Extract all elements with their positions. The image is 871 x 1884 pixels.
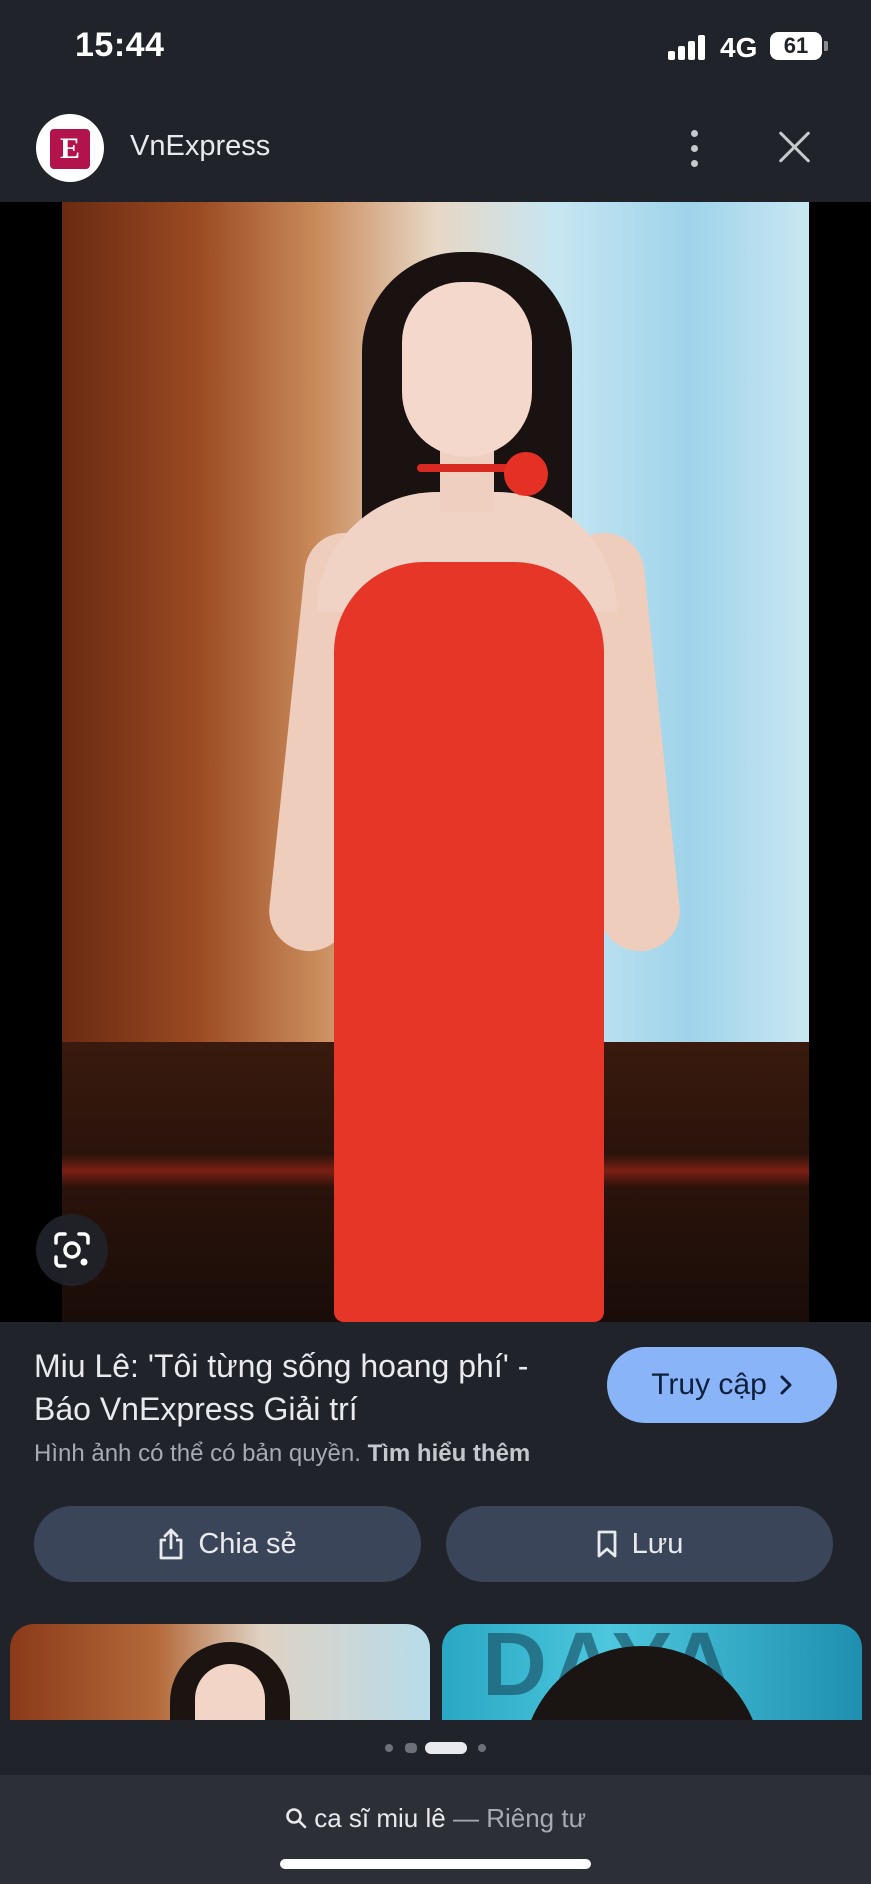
visit-label: Truy cập — [651, 1368, 767, 1401]
page-dot — [478, 1744, 486, 1752]
related-thumb[interactable] — [10, 1624, 430, 1720]
privacy-mode: Riêng tư — [486, 1803, 586, 1833]
bottom-search-bar: ca sĩ miu lê — Riêng tư — [0, 1775, 871, 1884]
site-name[interactable]: VnExpress — [130, 130, 270, 163]
more-vert-icon[interactable] — [686, 126, 702, 170]
chevron-right-icon — [780, 1375, 792, 1395]
lens-icon — [54, 1232, 90, 1268]
home-indicator[interactable] — [280, 1859, 591, 1869]
save-label: Lưu — [631, 1527, 684, 1560]
related-images: DAYA — [0, 1624, 871, 1720]
learn-more-link[interactable]: Tìm hiểu thêm — [368, 1440, 531, 1467]
page-indicator — [0, 1740, 871, 1756]
status-bar: 15:44 4G 61 — [0, 0, 871, 100]
save-button[interactable]: Lưu — [446, 1506, 833, 1582]
result-title[interactable]: Miu Lê: 'Tôi từng sống hoang phí' - Báo … — [34, 1345, 574, 1431]
bookmark-icon — [597, 1530, 617, 1558]
signal-icon — [668, 34, 710, 60]
image-preview[interactable] — [0, 202, 871, 1322]
logo-letter: E — [50, 129, 90, 169]
main-photo[interactable] — [62, 202, 809, 1322]
related-thumb[interactable]: DAYA — [442, 1624, 862, 1720]
share-icon — [159, 1528, 183, 1560]
page-dot — [405, 1743, 417, 1753]
page-dot — [385, 1744, 393, 1752]
site-logo[interactable]: E — [36, 114, 104, 182]
visit-button[interactable]: Truy cập — [607, 1347, 837, 1423]
copyright-text: Hình ảnh có thể có bản quyền. — [34, 1440, 361, 1467]
close-icon[interactable] — [776, 128, 814, 166]
share-label: Chia sẻ — [198, 1527, 297, 1560]
status-time: 15:44 — [75, 26, 165, 64]
lens-button[interactable] — [36, 1214, 108, 1286]
page-dot-active — [425, 1742, 467, 1754]
battery-icon: 61 — [770, 32, 828, 60]
copyright-note: Hình ảnh có thể có bản quyền. Tìm hiểu t… — [34, 1440, 530, 1468]
search-query-display[interactable]: ca sĩ miu lê — Riêng tư — [0, 1803, 871, 1834]
search-icon — [286, 1808, 307, 1829]
viewer-header: E VnExpress — [0, 100, 871, 202]
search-query: ca sĩ miu lê — [314, 1803, 446, 1833]
share-button[interactable]: Chia sẻ — [34, 1506, 421, 1582]
separator: — — [452, 1803, 479, 1833]
network-type: 4G — [720, 32, 758, 63]
